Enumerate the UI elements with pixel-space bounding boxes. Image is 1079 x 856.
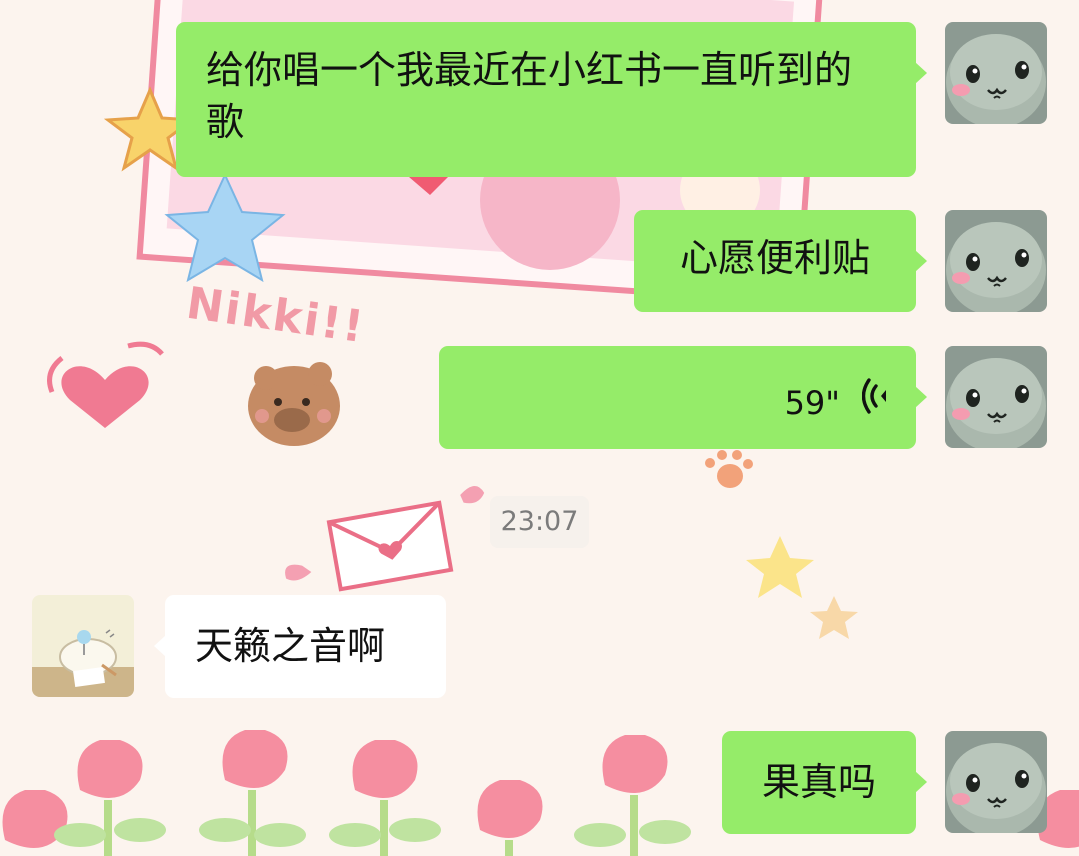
timestamp: 23:07 [490,496,589,548]
my-avatar[interactable] [945,22,1047,124]
contact-avatar[interactable] [32,595,134,697]
lamp-desk-icon [32,595,134,697]
message-text: 给你唱一个我最近在小红书一直听到的歌 [206,48,853,144]
my-avatar[interactable] [945,731,1047,833]
bubble-tail [915,62,927,84]
message-text: 心愿便利贴 [679,236,870,280]
voice-wave-icon [862,378,886,414]
bubble-tail [915,250,927,272]
bear-icon [248,362,340,446]
green-blob-avatar-icon [945,210,1047,312]
green-blob-avatar-icon [945,22,1047,124]
message-bubble-sent[interactable]: 给你唱一个我最近在小红书一直听到的歌 [176,22,916,177]
bubble-tail [915,386,927,408]
my-avatar[interactable] [945,210,1047,312]
green-blob-avatar-icon [945,346,1047,448]
message-bubble-received[interactable]: 天籁之音啊 [165,595,446,698]
bubble-tail [915,771,927,793]
message-bubble-sent[interactable]: 果真吗 [722,731,916,834]
message-text: 天籁之音啊 [195,624,386,668]
voice-message-bubble[interactable]: 59" [439,346,916,449]
my-avatar[interactable] [945,346,1047,448]
voice-duration: 59" [784,384,840,422]
message-text: 果真吗 [761,760,876,804]
green-blob-avatar-icon [945,731,1047,833]
message-bubble-sent[interactable]: 心愿便利贴 [634,210,916,312]
